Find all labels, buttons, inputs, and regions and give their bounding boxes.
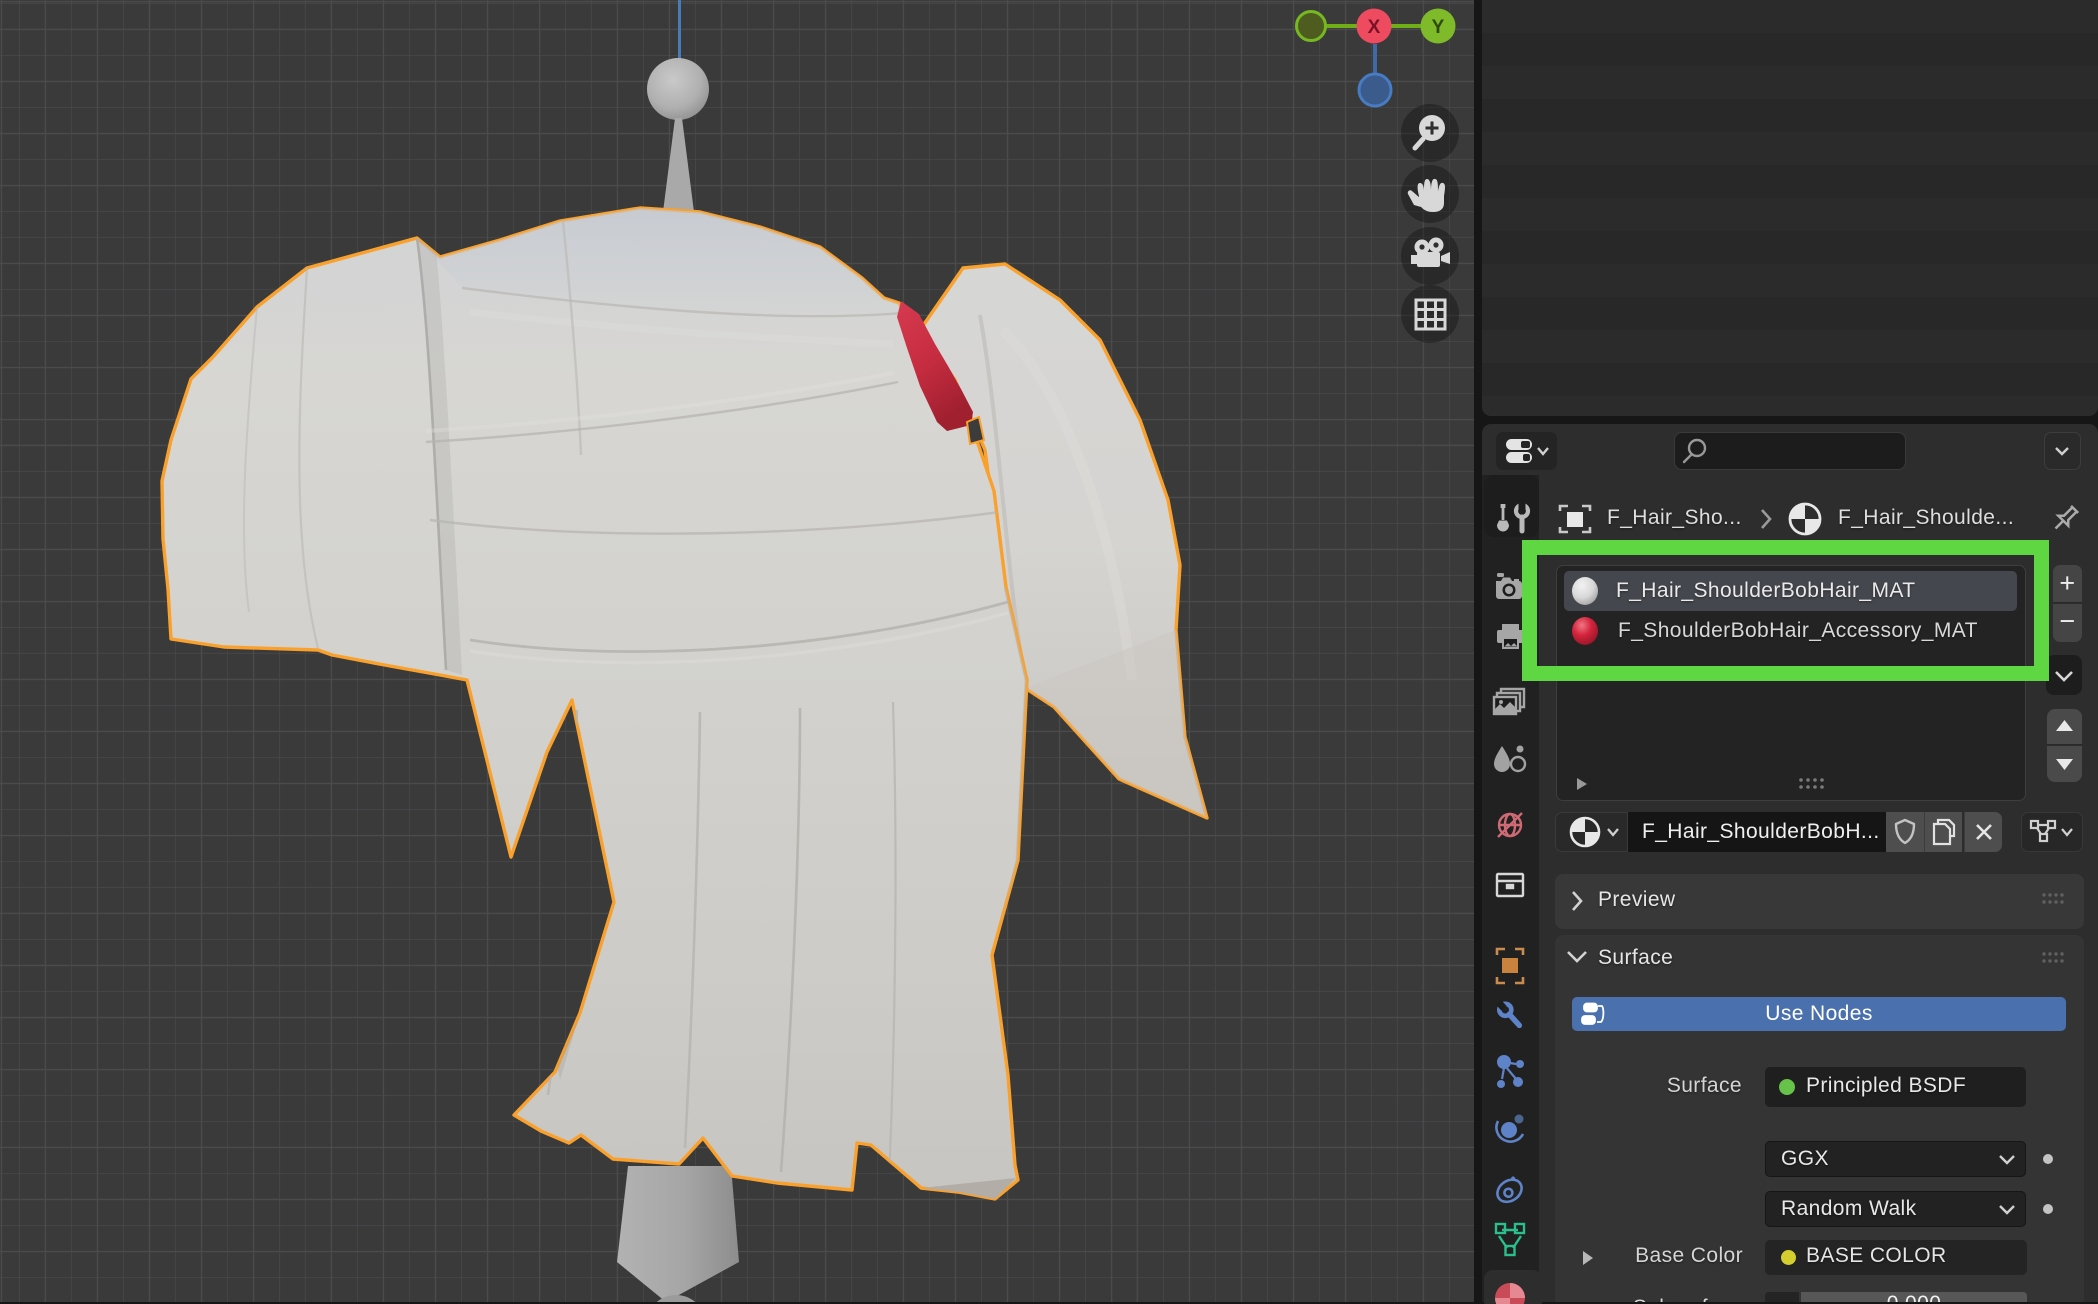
svg-text:Y: Y: [1432, 17, 1445, 38]
svg-text:X: X: [1368, 17, 1381, 38]
